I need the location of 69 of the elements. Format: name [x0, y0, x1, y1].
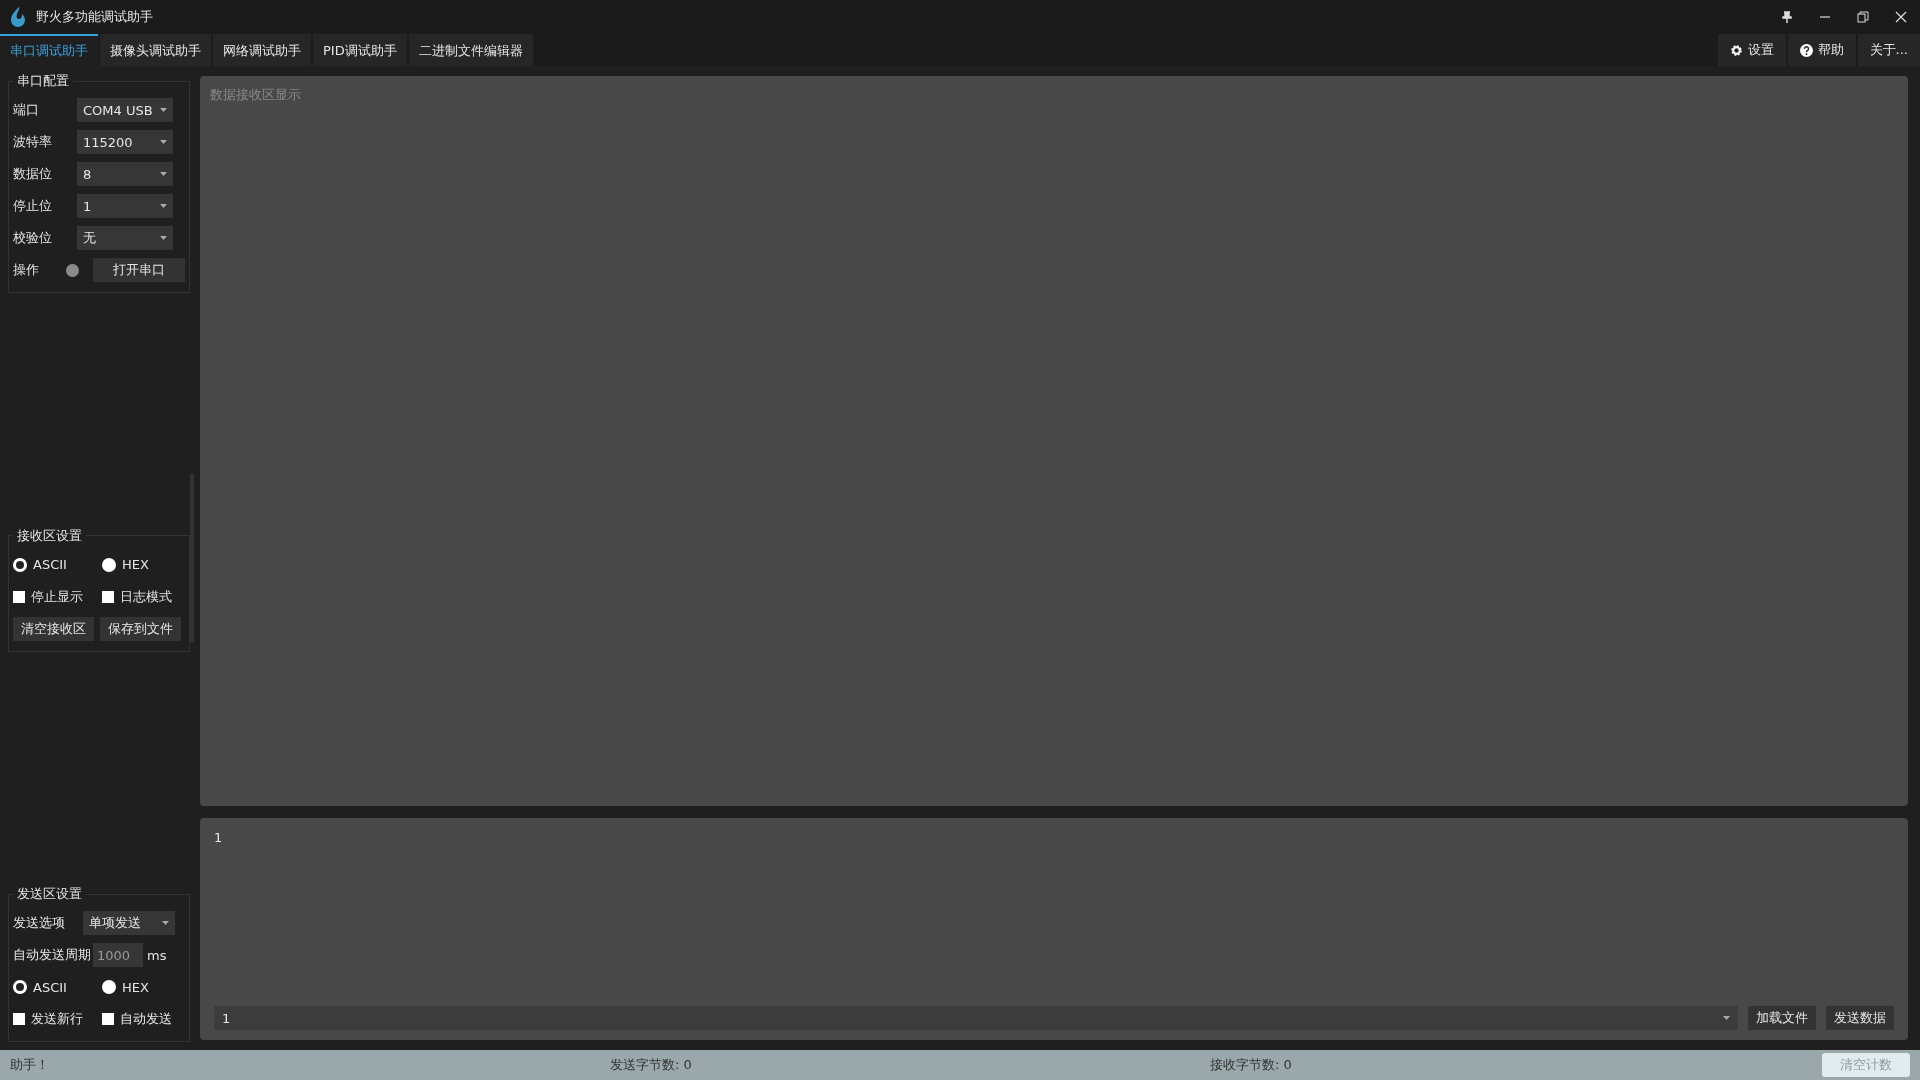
action-button[interactable]: 加载文件 — [1748, 1006, 1816, 1030]
number-field[interactable]: 1000 — [93, 943, 143, 967]
field-label: 停止位 — [13, 197, 53, 215]
action-button[interactable]: 清空接收区 — [13, 616, 94, 641]
checkbox-label: 停止显示 — [31, 587, 83, 606]
field-label: 端口 — [13, 101, 40, 119]
field-label: 数据位 — [13, 165, 53, 183]
checkbox[interactable] — [13, 1013, 25, 1025]
caret-icon — [160, 140, 167, 144]
caret-icon — [162, 921, 169, 925]
caret-icon — [160, 204, 167, 208]
caret-icon — [160, 172, 167, 176]
tab[interactable]: 串口调试助手 — [0, 34, 98, 66]
field-label: 自动发送周期 — [13, 946, 91, 964]
open-port-button[interactable]: 打开串口 — [92, 258, 185, 282]
checkbox-label: 发送新行 — [31, 1010, 83, 1028]
checkbox[interactable] — [13, 590, 25, 603]
settings-button[interactable]: 设置 — [1717, 34, 1786, 66]
radio-button[interactable] — [102, 557, 116, 572]
help-button[interactable]: 帮助 — [1787, 34, 1856, 66]
received-count: 接收字节数: 0 — [1210, 1056, 1293, 1074]
tab[interactable]: 网络调试助手 — [213, 34, 311, 66]
radio-button[interactable] — [13, 557, 27, 572]
checkbox-label: 日志模式 — [120, 587, 172, 606]
field-label: 发送选项 — [13, 914, 65, 932]
dropdown[interactable]: 8 — [77, 162, 173, 186]
caret-icon — [1723, 1016, 1730, 1020]
sent-count: 发送字节数: 0 — [610, 1056, 693, 1074]
group-title: 发送区设置 — [16, 885, 83, 903]
placeholder-text: 数据接收区显示 — [210, 86, 301, 104]
group-title: 接收区设置 — [16, 526, 83, 545]
radio-label: HEX — [122, 557, 149, 572]
dropdown[interactable]: 无 — [77, 226, 173, 250]
pin-icon[interactable] — [1781, 11, 1793, 23]
radio-label: HEX — [122, 979, 149, 995]
unit-label: ms — [147, 947, 167, 963]
checkbox-label: 自动发送 — [120, 1010, 172, 1028]
radio-label: ASCII — [33, 557, 67, 572]
settings-icon — [1729, 43, 1743, 57]
radio-button[interactable] — [13, 980, 27, 994]
checkbox[interactable] — [102, 590, 114, 603]
dropdown[interactable]: 115200 — [77, 130, 173, 154]
field-label: 波特率 — [13, 133, 53, 151]
send-area[interactable]: 1 1 加载文件 发送数据 — [200, 818, 1908, 1040]
dropdown[interactable]: COM4 USB — [77, 98, 173, 122]
radio-label: ASCII — [33, 979, 67, 995]
flame-icon — [8, 6, 28, 28]
group-title: 串口配置 — [16, 72, 70, 90]
about-button[interactable]: 关于... — [1857, 34, 1920, 66]
caret-icon — [160, 108, 167, 112]
restore-icon[interactable] — [1857, 11, 1869, 23]
history-dropdown[interactable]: 1 — [214, 1006, 1738, 1030]
send-text: 1 — [214, 830, 223, 845]
dropdown[interactable]: 单项发送 — [83, 911, 175, 935]
field-label: 校验位 — [13, 229, 53, 247]
tab[interactable]: 摄像头调试助手 — [100, 34, 211, 66]
tab[interactable]: PID调试助手 — [313, 34, 407, 66]
checkbox[interactable] — [102, 1013, 114, 1025]
field-label: 操作 — [13, 261, 40, 279]
action-button[interactable]: 保存到文件 — [100, 616, 181, 641]
help-icon — [1799, 43, 1813, 57]
status-message: 助手！ — [10, 1056, 50, 1074]
close-icon[interactable] — [1895, 11, 1907, 23]
radio-button[interactable] — [102, 980, 116, 994]
window-title: 野火多功能调试助手 — [36, 8, 154, 26]
tab[interactable]: 二进制文件编辑器 — [408, 34, 533, 66]
dropdown[interactable]: 1 — [77, 194, 173, 218]
action-button[interactable]: 发送数据 — [1826, 1006, 1894, 1030]
caret-icon — [160, 236, 167, 240]
